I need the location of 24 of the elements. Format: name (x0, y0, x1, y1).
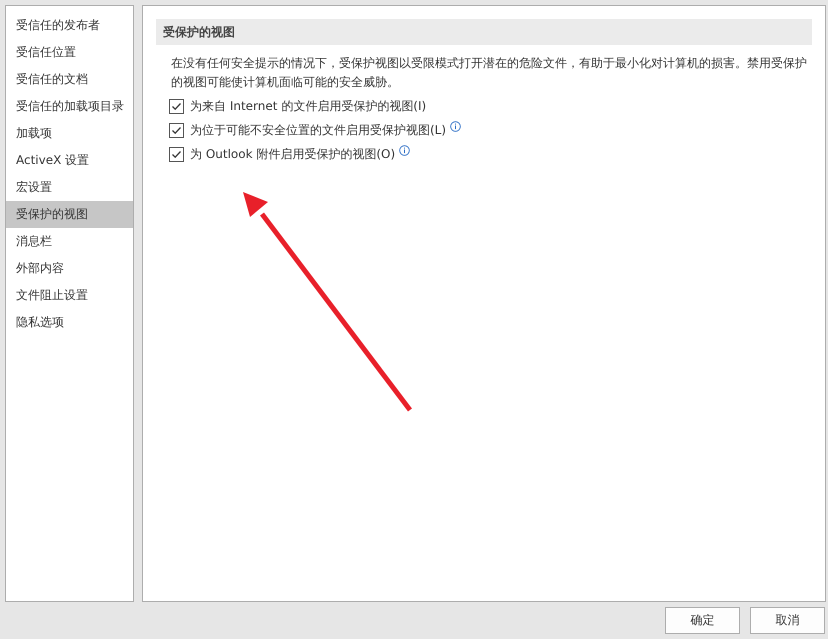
dialog-button[interactable]: 确定 (665, 607, 740, 634)
checkbox[interactable] (169, 98, 184, 114)
sidebar-item[interactable]: 受信任位置 (6, 39, 133, 66)
section-header: 受保护的视图 (156, 19, 812, 45)
info-icon[interactable] (450, 120, 462, 132)
sidebar-item[interactable]: 加载项 (6, 120, 133, 147)
sidebar-item[interactable]: 受信任的加载项目录 (6, 93, 133, 120)
info-icon[interactable] (399, 144, 410, 156)
description-text: 在没有任何安全提示的情况下，受保护视图以受限模式打开潜在的危险文件，有助于最小化对计算机的损害。禁用受保护的视图可能使计算机面临可能的安全威胁。 (171, 55, 808, 91)
sidebar-item[interactable]: 文件阻止设置 (6, 282, 133, 309)
sidebar-item[interactable]: 受信任的文档 (6, 66, 133, 93)
sidebar-item[interactable]: 受保护的视图 (6, 201, 133, 228)
sidebar-item[interactable]: 宏设置 (6, 174, 133, 201)
option-label[interactable]: 为 Outlook 附件启用受保护的视图(O) (190, 146, 396, 162)
sidebar-item[interactable]: 外部内容 (6, 255, 133, 282)
sidebar-item[interactable]: ActiveX 设置 (6, 147, 133, 174)
sidebar-item[interactable]: 消息栏 (6, 228, 133, 255)
option-label[interactable]: 为来自 Internet 的文件启用受保护的视图(I) (190, 98, 426, 114)
sidebar-item[interactable]: 隐私选项 (6, 309, 133, 336)
checkbox[interactable] (169, 122, 184, 138)
dialog-button[interactable]: 取消 (750, 607, 825, 634)
sidebar-item[interactable]: 受信任的发布者 (6, 12, 133, 39)
option-label[interactable]: 为位于可能不安全位置的文件启用受保护视图(L) (190, 122, 446, 138)
checkbox[interactable] (169, 146, 184, 162)
